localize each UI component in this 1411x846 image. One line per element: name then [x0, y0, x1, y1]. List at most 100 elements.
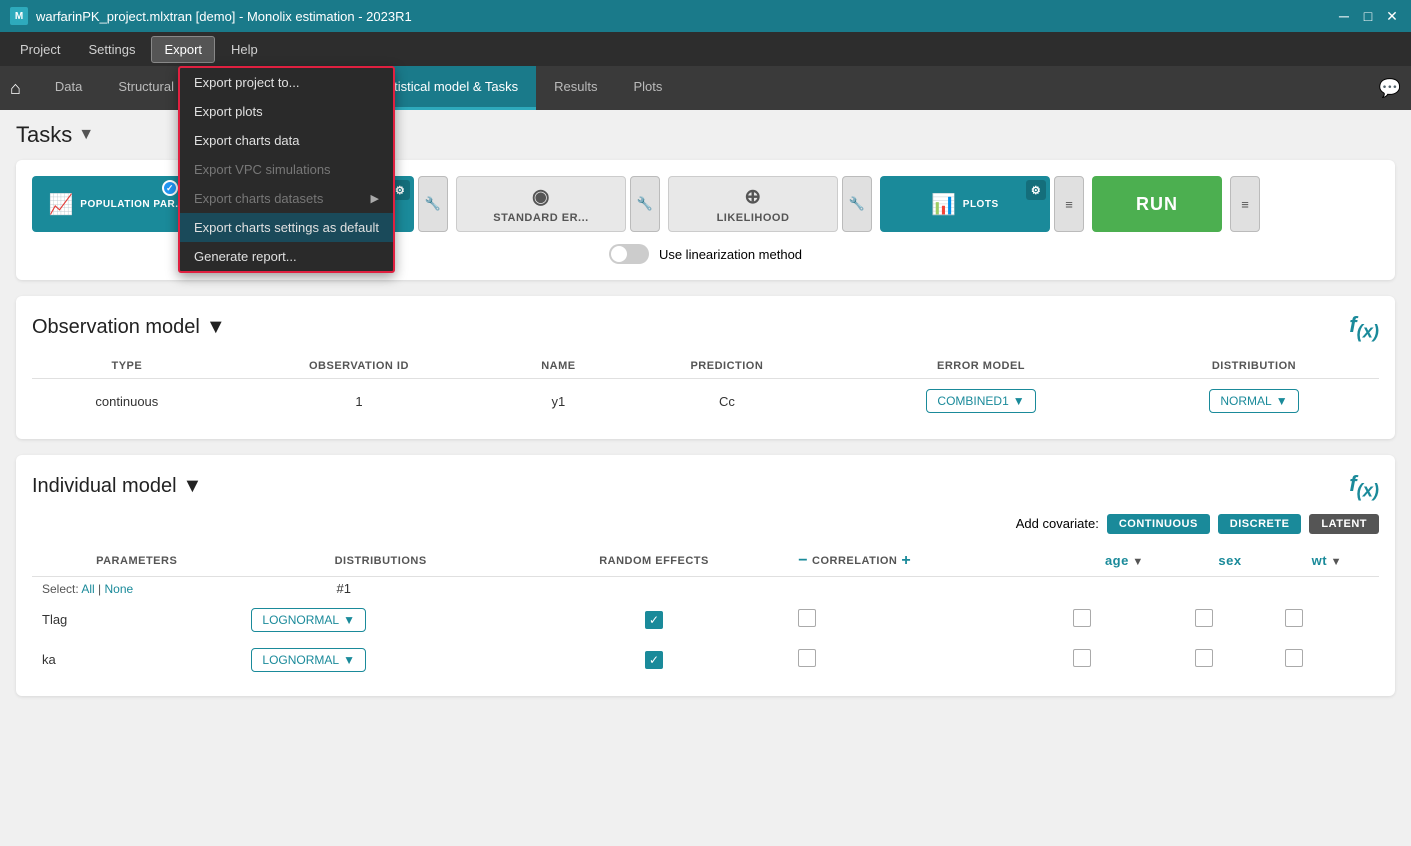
tlag-corr-checkbox[interactable] — [798, 609, 816, 627]
tab-data[interactable]: Data — [37, 66, 100, 110]
continuous-covariate-button[interactable]: CONTINUOUS — [1107, 514, 1210, 534]
tlag-wt — [1275, 600, 1379, 640]
individual-fx-icon[interactable]: f(x) — [1349, 471, 1379, 501]
ind-col-age: age ▼ — [1063, 546, 1185, 577]
select-none-link[interactable]: None — [105, 582, 134, 596]
menu-project[interactable]: Project — [8, 37, 72, 62]
tasks-arrow-icon[interactable]: ▼ — [78, 126, 94, 144]
ka-dist-dropdown[interactable]: LOGNORMAL ▼ — [251, 648, 366, 672]
observation-model-section: Observation model ▼ f(x) TYPE OBSERVATIO… — [16, 296, 1395, 439]
tlag-wt-checkbox[interactable] — [1285, 609, 1303, 627]
menu-settings[interactable]: Settings — [76, 37, 147, 62]
run-list-button[interactable]: ≡ — [1230, 176, 1260, 232]
dist-ka[interactable]: LOGNORMAL ▼ — [241, 640, 519, 680]
obs-col-prediction: PREDICTION — [621, 354, 834, 379]
wt-col-link[interactable]: wt — [1312, 553, 1327, 568]
obs-row-errormodel[interactable]: COMBINED1 ▼ — [833, 379, 1129, 424]
param-tlag: Tlag — [32, 600, 241, 640]
standard-er-wrench-button[interactable]: 🔧 — [630, 176, 660, 232]
ind-col-correlation: − CORRELATION + — [788, 546, 1063, 577]
export-plots-item[interactable]: Export plots — [180, 97, 393, 126]
tlag-dist-dropdown[interactable]: LOGNORMAL ▼ — [251, 608, 366, 632]
ka-sex-checkbox[interactable] — [1195, 649, 1213, 667]
tlag-checkbox[interactable]: ✓ — [645, 611, 663, 629]
ka-wt-checkbox[interactable] — [1285, 649, 1303, 667]
population-par-label: POPULATION PAR... — [80, 199, 185, 210]
menu-help[interactable]: Help — [219, 37, 270, 62]
export-charts-data-item[interactable]: Export charts data — [180, 126, 393, 155]
error-model-dropdown-arrow: ▼ — [1013, 394, 1025, 408]
dist-tlag[interactable]: LOGNORMAL ▼ — [241, 600, 519, 640]
ind-col-random: RANDOM EFFECTS — [520, 546, 788, 577]
tlag-sex-checkbox[interactable] — [1195, 609, 1213, 627]
correlation-minus-icon[interactable]: − — [798, 552, 808, 570]
obs-col-distribution: DISTRIBUTION — [1129, 354, 1379, 379]
table-row: Select: All | None #1 — [32, 576, 1379, 600]
export-dropdown-menu: Export project to... Export plots Export… — [178, 66, 395, 273]
obs-row-distribution[interactable]: NORMAL ▼ — [1129, 379, 1379, 424]
tab-results[interactable]: Results — [536, 66, 615, 110]
observation-fx-icon[interactable]: f(x) — [1349, 312, 1379, 342]
tlag-random-effect[interactable]: ✓ — [520, 600, 788, 640]
plots-settings-icon[interactable]: ⚙ — [1026, 180, 1046, 200]
correlation-plus-icon[interactable]: + — [901, 552, 911, 570]
individual-table: PARAMETERS DISTRIBUTIONS RANDOM EFFECTS … — [32, 546, 1379, 680]
distribution-dropdown-arrow: ▼ — [1276, 394, 1288, 408]
tlag-sex — [1185, 600, 1274, 640]
tab-plots[interactable]: Plots — [616, 66, 681, 110]
generate-report-item[interactable]: Generate report... — [180, 242, 393, 271]
likelihood-button[interactable]: ⊕ LIKELIHOOD — [668, 176, 838, 232]
obs-row-name: y1 — [496, 379, 620, 424]
plots-button[interactable]: 📊 PLOTS ⚙ — [880, 176, 1050, 232]
close-button[interactable]: ✕ — [1383, 7, 1401, 25]
age-arrow-icon[interactable]: ▼ — [1132, 556, 1143, 568]
age-col-link[interactable]: age — [1105, 553, 1129, 568]
menu-export[interactable]: Export — [151, 36, 215, 63]
export-charts-datasets-item[interactable]: Export charts datasets ▶ — [180, 184, 393, 213]
likelihood-icon: ⊕ — [744, 184, 761, 209]
export-vpc-item: Export VPC simulations — [180, 155, 393, 184]
ka-corr-checkbox[interactable] — [798, 649, 816, 667]
ka-age — [1063, 640, 1185, 680]
individual-model-title: Individual model — [32, 475, 177, 498]
title-bar: M warfarinPK_project.mlxtran [demo] - Mo… — [0, 0, 1411, 32]
sex-col-link[interactable]: sex — [1218, 553, 1241, 568]
linearization-toggle[interactable] — [609, 244, 649, 264]
select-all-link[interactable]: All — [81, 582, 94, 596]
population-par-button[interactable]: 📈 POPULATION PAR... ✓ ⚙ — [32, 176, 202, 232]
conditional-di-wrench-button[interactable]: 🔧 — [418, 176, 448, 232]
home-icon[interactable]: ⌂ — [10, 78, 21, 99]
individual-model-arrow-icon[interactable]: ▼ — [183, 475, 203, 498]
select-row: Select: All | None — [42, 582, 137, 596]
run-button[interactable]: RUN — [1092, 176, 1222, 232]
minimize-button[interactable]: ─ — [1335, 7, 1353, 25]
window-controls[interactable]: ─ □ ✕ — [1335, 7, 1401, 25]
export-project-item[interactable]: Export project to... — [180, 68, 393, 97]
ka-corr — [788, 640, 1063, 680]
standard-er-button[interactable]: ◉ STANDARD ER... — [456, 176, 626, 232]
tlag-corr — [788, 600, 1063, 640]
latent-covariate-button[interactable]: LATENT — [1309, 514, 1379, 534]
tasks-title: Tasks — [16, 122, 72, 148]
comment-icon[interactable]: 💬 — [1379, 78, 1401, 99]
observation-model-arrow-icon[interactable]: ▼ — [206, 316, 226, 339]
plots-list-button[interactable]: ≡ — [1054, 176, 1084, 232]
plots-label: PLOTS — [963, 199, 999, 210]
likelihood-wrench-button[interactable]: 🔧 — [842, 176, 872, 232]
table-row: continuous 1 y1 Cc COMBINED1 ▼ NORMAL ▼ — [32, 379, 1379, 424]
ka-random-effect[interactable]: ✓ — [520, 640, 788, 680]
ka-checkbox[interactable]: ✓ — [645, 651, 663, 669]
obs-row-obsid: 1 — [222, 379, 496, 424]
tlag-age-checkbox[interactable] — [1073, 609, 1091, 627]
ka-age-checkbox[interactable] — [1073, 649, 1091, 667]
maximize-button[interactable]: □ — [1359, 7, 1377, 25]
obs-row-type: continuous — [32, 379, 222, 424]
wt-arrow-icon[interactable]: ▼ — [1331, 556, 1342, 568]
linearization-label: Use linearization method — [659, 247, 802, 262]
distribution-dropdown[interactable]: NORMAL ▼ — [1209, 389, 1298, 413]
discrete-covariate-button[interactable]: DISCRETE — [1218, 514, 1302, 534]
app-icon: M — [10, 7, 28, 25]
export-charts-settings-item[interactable]: Export charts settings as default — [180, 213, 393, 242]
individual-model-header: Individual model ▼ f(x) — [32, 471, 1379, 501]
error-model-dropdown[interactable]: COMBINED1 ▼ — [926, 389, 1035, 413]
